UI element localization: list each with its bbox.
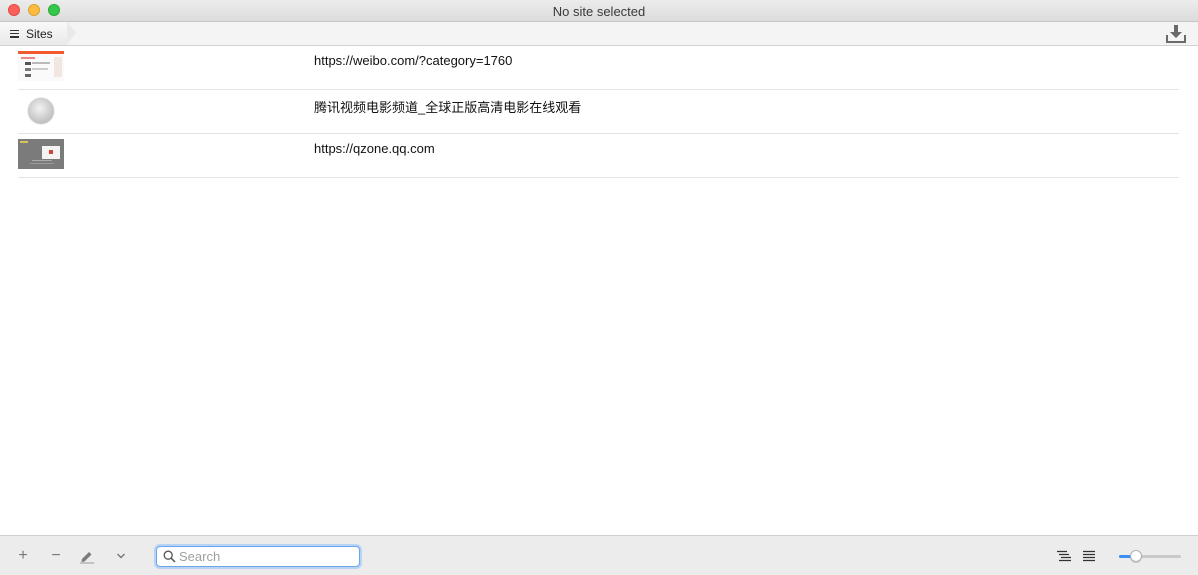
- title-bar: No site selected: [0, 0, 1198, 22]
- outline-view-icon[interactable]: [1055, 547, 1073, 565]
- zoom-slider[interactable]: [1119, 547, 1181, 565]
- search-field[interactable]: [156, 546, 360, 567]
- chevron-down-icon[interactable]: [112, 547, 130, 565]
- add-button[interactable]: +: [14, 547, 32, 565]
- breadcrumb-sites[interactable]: Sites: [0, 22, 76, 45]
- weibo-thumbnail: [18, 51, 64, 81]
- bottom-toolbar: + −: [0, 535, 1198, 575]
- site-url: https://qzone.qq.com: [314, 141, 435, 156]
- breadcrumb-label: Sites: [26, 26, 53, 41]
- list-item[interactable]: https://weibo.com/?category=1760: [18, 46, 1179, 90]
- search-icon: [163, 550, 176, 563]
- list-item[interactable]: 腾讯视频电影频道_全球正版高清电影在线观看: [18, 90, 1179, 134]
- tencent-video-thumbnail: [18, 95, 64, 125]
- list-icon: [10, 29, 19, 38]
- slider-knob[interactable]: [1130, 550, 1142, 562]
- window-title: No site selected: [552, 4, 646, 19]
- site-list: https://weibo.com/?category=1760 腾讯视频电影频…: [18, 46, 1179, 178]
- qzone-thumbnail: [18, 139, 64, 169]
- list-item[interactable]: https://qzone.qq.com: [18, 134, 1179, 178]
- path-bar: Sites: [0, 22, 1198, 46]
- search-input[interactable]: [179, 548, 355, 565]
- site-url: https://weibo.com/?category=1760: [314, 53, 513, 68]
- edit-pencil-icon[interactable]: [78, 547, 96, 565]
- download-icon[interactable]: [1165, 24, 1187, 44]
- remove-button[interactable]: −: [47, 547, 65, 565]
- list-view-icon[interactable]: [1080, 547, 1098, 565]
- site-title: 腾讯视频电影频道_全球正版高清电影在线观看: [314, 100, 582, 115]
